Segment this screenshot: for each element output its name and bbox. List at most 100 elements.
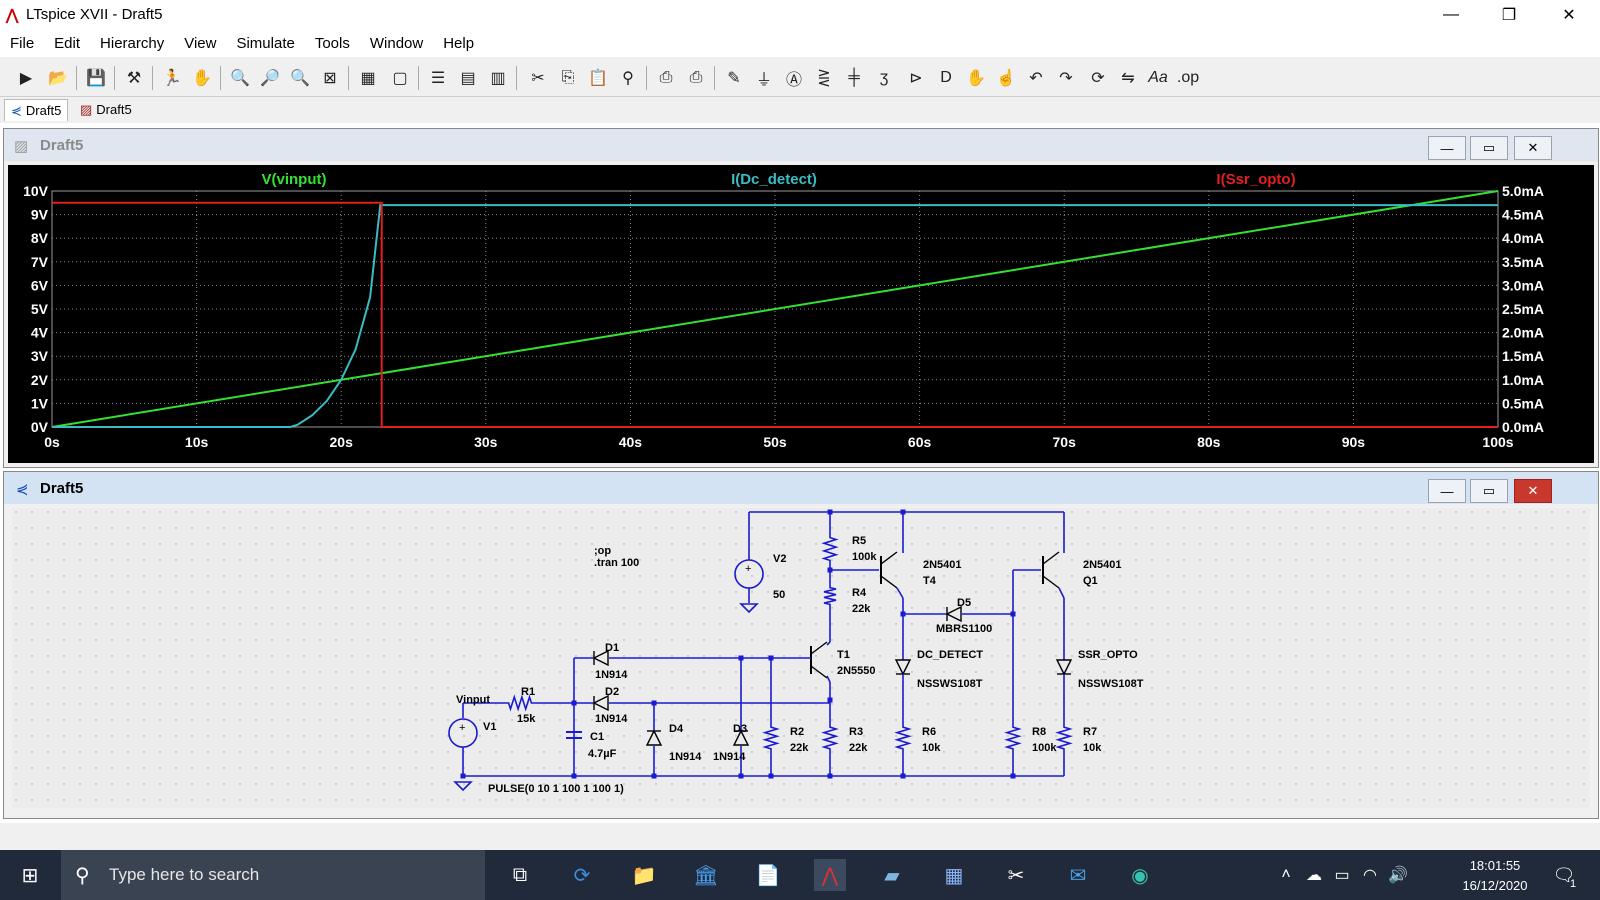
grid-dot xyxy=(111,719,113,721)
inductor-icon[interactable]: ʒ xyxy=(872,66,896,90)
tab-waveform[interactable]: ▨ Draft5 xyxy=(74,99,138,120)
grid-dot xyxy=(975,799,977,801)
grid-dot xyxy=(719,607,721,609)
grid-dot xyxy=(127,751,129,753)
find-icon[interactable]: ⚲ xyxy=(616,66,640,90)
capacitor-icon[interactable]: ╪ xyxy=(842,66,866,90)
draw-wire-icon[interactable]: ✎ xyxy=(722,66,746,90)
sync-app-icon[interactable]: ⟳ xyxy=(566,859,598,891)
autorange-icon[interactable]: ▦ xyxy=(356,66,380,90)
task-view-icon[interactable]: ⧉ xyxy=(504,859,536,891)
grid-dot xyxy=(1007,575,1009,577)
grid-dot xyxy=(1439,655,1441,657)
minimize-button[interactable]: — xyxy=(1422,0,1480,30)
component-icon[interactable]: D xyxy=(934,66,958,90)
grid-dot xyxy=(367,527,369,529)
grid-dot xyxy=(479,591,481,593)
grid-dot xyxy=(287,543,289,545)
move-icon[interactable]: ✋ xyxy=(964,66,988,90)
grid-dot xyxy=(159,527,161,529)
grid-dot xyxy=(1183,591,1185,593)
menu-help[interactable]: Help xyxy=(433,35,484,52)
edge-browser-icon[interactable]: ◉ xyxy=(1124,859,1156,891)
spice-directive-icon[interactable]: .op xyxy=(1176,66,1200,90)
ground-icon[interactable]: ⏚ xyxy=(752,66,776,90)
cut-icon[interactable]: ✂ xyxy=(526,66,550,90)
grid-dot xyxy=(255,687,257,689)
grid-dot xyxy=(111,591,113,593)
grid-dot xyxy=(671,671,673,673)
menu-window[interactable]: Window xyxy=(360,35,433,52)
run-icon[interactable]: 🏃 xyxy=(160,66,184,90)
restore-button[interactable]: ❐ xyxy=(1480,0,1538,30)
volume-icon[interactable]: 🔊 xyxy=(1382,859,1414,891)
grid-dot xyxy=(687,543,689,545)
menu-file[interactable]: File xyxy=(0,35,44,52)
paste-icon[interactable]: 📋 xyxy=(586,66,610,90)
grid-dot xyxy=(1471,671,1473,673)
grid-dot xyxy=(591,575,593,577)
halt-icon[interactable]: ✋ xyxy=(190,66,214,90)
undo-icon[interactable]: ↶ xyxy=(1024,66,1048,90)
start-button[interactable]: ⊞ xyxy=(14,859,46,891)
cascade-icon[interactable]: ▥ xyxy=(486,66,510,90)
snipping-tool-icon[interactable]: ✂ xyxy=(1000,859,1032,891)
diode-icon[interactable]: ⊳ xyxy=(904,66,928,90)
menu-tools[interactable]: Tools xyxy=(305,35,360,52)
menu-view[interactable]: View xyxy=(174,35,226,52)
file-explorer-icon[interactable]: 📁 xyxy=(628,859,660,891)
clock[interactable]: 18:01:55 16/12/2020 xyxy=(1450,856,1540,896)
grid-dot xyxy=(111,687,113,689)
drag-icon[interactable]: ☝ xyxy=(994,66,1018,90)
redo-icon[interactable]: ↷ xyxy=(1054,66,1078,90)
grid-dot xyxy=(671,559,673,561)
zoom-in-icon[interactable]: 🔍 xyxy=(228,66,252,90)
text-icon[interactable]: Aa xyxy=(1146,66,1170,90)
grid-dot xyxy=(47,623,49,625)
waveform-minimize-button[interactable]: — xyxy=(1428,136,1466,160)
menu-edit[interactable]: Edit xyxy=(44,35,90,52)
schematic-minimize-button[interactable]: — xyxy=(1428,479,1466,503)
mail-icon[interactable]: ✉ xyxy=(1062,859,1094,891)
waveform-maximize-button[interactable]: ▭ xyxy=(1470,136,1508,160)
zoom-fit-icon[interactable]: ⊠ xyxy=(318,66,342,90)
control-panel-icon[interactable]: ⚒ xyxy=(122,66,146,90)
schematic-close-button[interactable]: ✕ xyxy=(1514,479,1552,503)
grid-dot xyxy=(1199,767,1201,769)
document-app-icon[interactable]: 📄 xyxy=(752,859,784,891)
close-button[interactable]: ✕ xyxy=(1540,0,1598,30)
print-icon[interactable]: ⎙ xyxy=(654,66,678,90)
fft-icon[interactable]: ▢ xyxy=(388,66,412,90)
calculator-icon[interactable]: ▦ xyxy=(938,859,970,891)
mirror-icon[interactable]: ⇋ xyxy=(1116,66,1140,90)
grid-dot xyxy=(1375,799,1377,801)
label-op: ;op xyxy=(594,545,611,557)
grid-dot xyxy=(511,511,513,513)
waveform-close-button[interactable]: ✕ xyxy=(1514,136,1552,160)
print-preview-icon[interactable]: ⎙ xyxy=(684,66,708,90)
pan-icon[interactable]: 🔎 xyxy=(258,66,282,90)
schematic-maximize-button[interactable]: ▭ xyxy=(1470,479,1508,503)
save-icon[interactable]: 💾 xyxy=(84,66,108,90)
waveform-plot[interactable]: 0s 10s 20s 30s 40s 50s 60s 70s 80s 90s 100s0V1V2V3… xyxy=(8,165,1594,463)
app-icon-blue[interactable]: ▰ xyxy=(876,859,908,891)
grid-dot xyxy=(1151,607,1153,609)
tab-schematic[interactable]: ⋞ Draft5 xyxy=(4,99,69,121)
copy-icon[interactable]: ⎘ xyxy=(556,66,580,90)
open-icon[interactable]: 📂 xyxy=(46,66,70,90)
bank-app-icon[interactable]: 🏛 xyxy=(690,859,722,891)
zoom-out-icon[interactable]: 🔍 xyxy=(288,66,312,90)
menu-hierarchy[interactable]: Hierarchy xyxy=(90,35,174,52)
schematic-canvas[interactable]: ++;op.tran 100 V250R5100kR422k2N5401T42N5… xyxy=(12,508,1590,808)
resistor-icon[interactable]: ⋛ xyxy=(812,66,836,90)
label-net-icon[interactable]: Ⓐ xyxy=(782,66,806,90)
grid-dot xyxy=(1423,751,1425,753)
tile-horizontal-icon[interactable]: ☰ xyxy=(426,66,450,90)
grid-dot xyxy=(1183,559,1185,561)
ltspice-taskbar-icon[interactable]: ⋀ xyxy=(814,859,846,891)
rotate-icon[interactable]: ⟳ xyxy=(1086,66,1110,90)
menu-simulate[interactable]: Simulate xyxy=(226,35,304,52)
taskbar-search[interactable]: ⚲ Type here to search xyxy=(61,850,485,900)
tile-vertical-icon[interactable]: ▤ xyxy=(456,66,480,90)
new-schematic-icon[interactable]: ▶ xyxy=(14,66,38,90)
